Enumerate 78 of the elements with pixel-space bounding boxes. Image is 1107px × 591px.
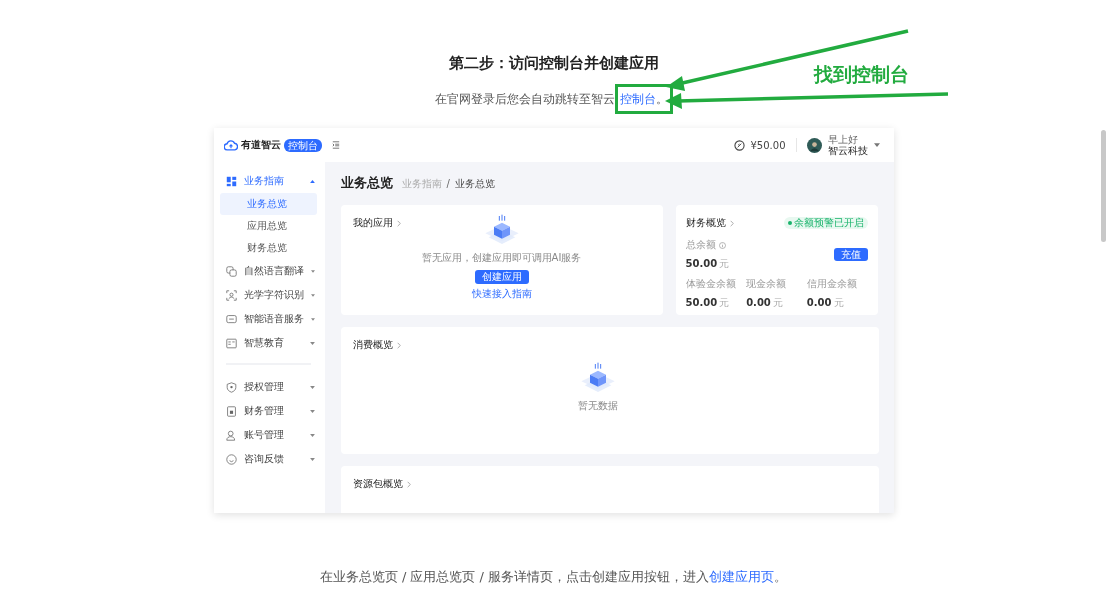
status-badge: 余额预警已开启 [783, 217, 868, 229]
sidebar-item[interactable]: 业务指南 [219, 169, 317, 193]
period-text: 。 [655, 91, 668, 108]
section-heading: 第二步：访问控制台并创建应用 [448, 53, 659, 73]
caret-icon[interactable] [873, 143, 880, 147]
balance-amount: 50.00 [685, 297, 718, 308]
cloud-logo-icon [223, 139, 238, 151]
create-app-button[interactable]: 创建应用 [474, 270, 529, 284]
breadcrumb-separator: / [446, 178, 450, 189]
balance-label: 现金余额 [746, 277, 788, 291]
chevron-icon [396, 219, 401, 227]
recharge-button[interactable]: 充值 [833, 248, 868, 261]
person-icon [225, 429, 237, 441]
console-link[interactable]: 控制台 [619, 88, 656, 110]
sidebar-item[interactable]: 咨询反馈 [219, 447, 317, 471]
chat-icon [225, 313, 237, 325]
scrollbar[interactable] [1101, 130, 1106, 242]
currency-unit: 元 [772, 297, 783, 308]
balance-amount: ¥50.00 [750, 139, 786, 151]
avatar[interactable] [806, 137, 822, 153]
caret-icon [310, 269, 315, 273]
sidebar-subitem[interactable]: 财务总览 [219, 237, 317, 259]
sidebar-item[interactable]: 智能语音服务 [219, 307, 317, 331]
caret-icon [310, 293, 315, 297]
console-badge: 控制台 [283, 138, 322, 152]
total-amount: 50.00 [685, 258, 718, 269]
scan-icon [225, 289, 237, 301]
caret-icon [309, 433, 315, 437]
translate-icon [225, 265, 237, 277]
sidebar-subitem[interactable]: 业务总览 [219, 193, 317, 215]
empty-message: 暂无数据 [577, 399, 618, 413]
brand-name: 有道智云 [240, 138, 281, 152]
sidebar-subitem[interactable]: 应用总览 [219, 215, 317, 237]
caret-icon [310, 317, 315, 321]
menu-icon[interactable] [331, 141, 340, 149]
balance-amount: 0.00 [746, 297, 771, 308]
currency-unit: 元 [719, 258, 730, 269]
guide-link[interactable]: 快速接入指南 [471, 287, 532, 301]
caret-icon [309, 385, 315, 389]
ledger-icon [225, 405, 237, 417]
create-app-link[interactable]: 创建应用页 [709, 569, 775, 584]
annotation-label: 找到控制台 [814, 62, 909, 87]
sidebar-item[interactable]: 授权管理 [219, 375, 317, 399]
greeting-text: 早上好 [827, 134, 859, 145]
card-title[interactable]: 资源包概览 [352, 478, 403, 490]
balance-amount: 0.00 [806, 297, 832, 308]
empty-message: 暂无应用，创建应用即可调用AI服务 [421, 251, 582, 265]
card-title[interactable]: 消费概览 [352, 339, 393, 351]
chevron-icon [406, 480, 411, 488]
grid-icon [225, 175, 237, 187]
caret-icon [309, 341, 315, 345]
balance-label: 体验金余额 [685, 277, 737, 291]
caret-icon [309, 179, 315, 183]
card-title[interactable]: 我的应用 [352, 217, 393, 229]
footer-text: 在业务总览页 / 应用总览页 / 服务详情页，点击创建应用按钮，进入创建应用页。 [319, 568, 788, 586]
chevron-icon [729, 219, 734, 227]
user-name[interactable]: 智云科技 [827, 145, 868, 156]
sidebar-item[interactable]: 自然语言翻译 [219, 259, 317, 283]
board-icon [225, 337, 237, 349]
coin-icon [733, 139, 745, 151]
total-label: 总余额 [685, 238, 716, 252]
chevron-icon [396, 341, 401, 349]
balance-label: 信用金余额 [806, 277, 858, 291]
page-title: 业务总览 [340, 174, 393, 192]
caret-icon [309, 409, 315, 413]
currency-unit: 元 [833, 297, 844, 308]
sidebar-item[interactable]: 光学字符识别 [219, 283, 317, 307]
smile-icon [225, 453, 237, 465]
currency-unit: 元 [719, 297, 730, 308]
info-icon[interactable] [718, 241, 726, 249]
caret-icon [309, 457, 315, 461]
sidebar-item[interactable]: 财务管理 [219, 399, 317, 423]
card-title[interactable]: 财务概览 [685, 217, 726, 229]
breadcrumb-item: 业务总览 [454, 177, 495, 191]
sidebar-item[interactable]: 智慧教育 [219, 331, 317, 355]
sidebar-item[interactable]: 账号管理 [219, 423, 317, 447]
intro-text: 在官网登录后您会自动跳转至智云 [434, 91, 615, 108]
shield-icon [225, 381, 237, 393]
